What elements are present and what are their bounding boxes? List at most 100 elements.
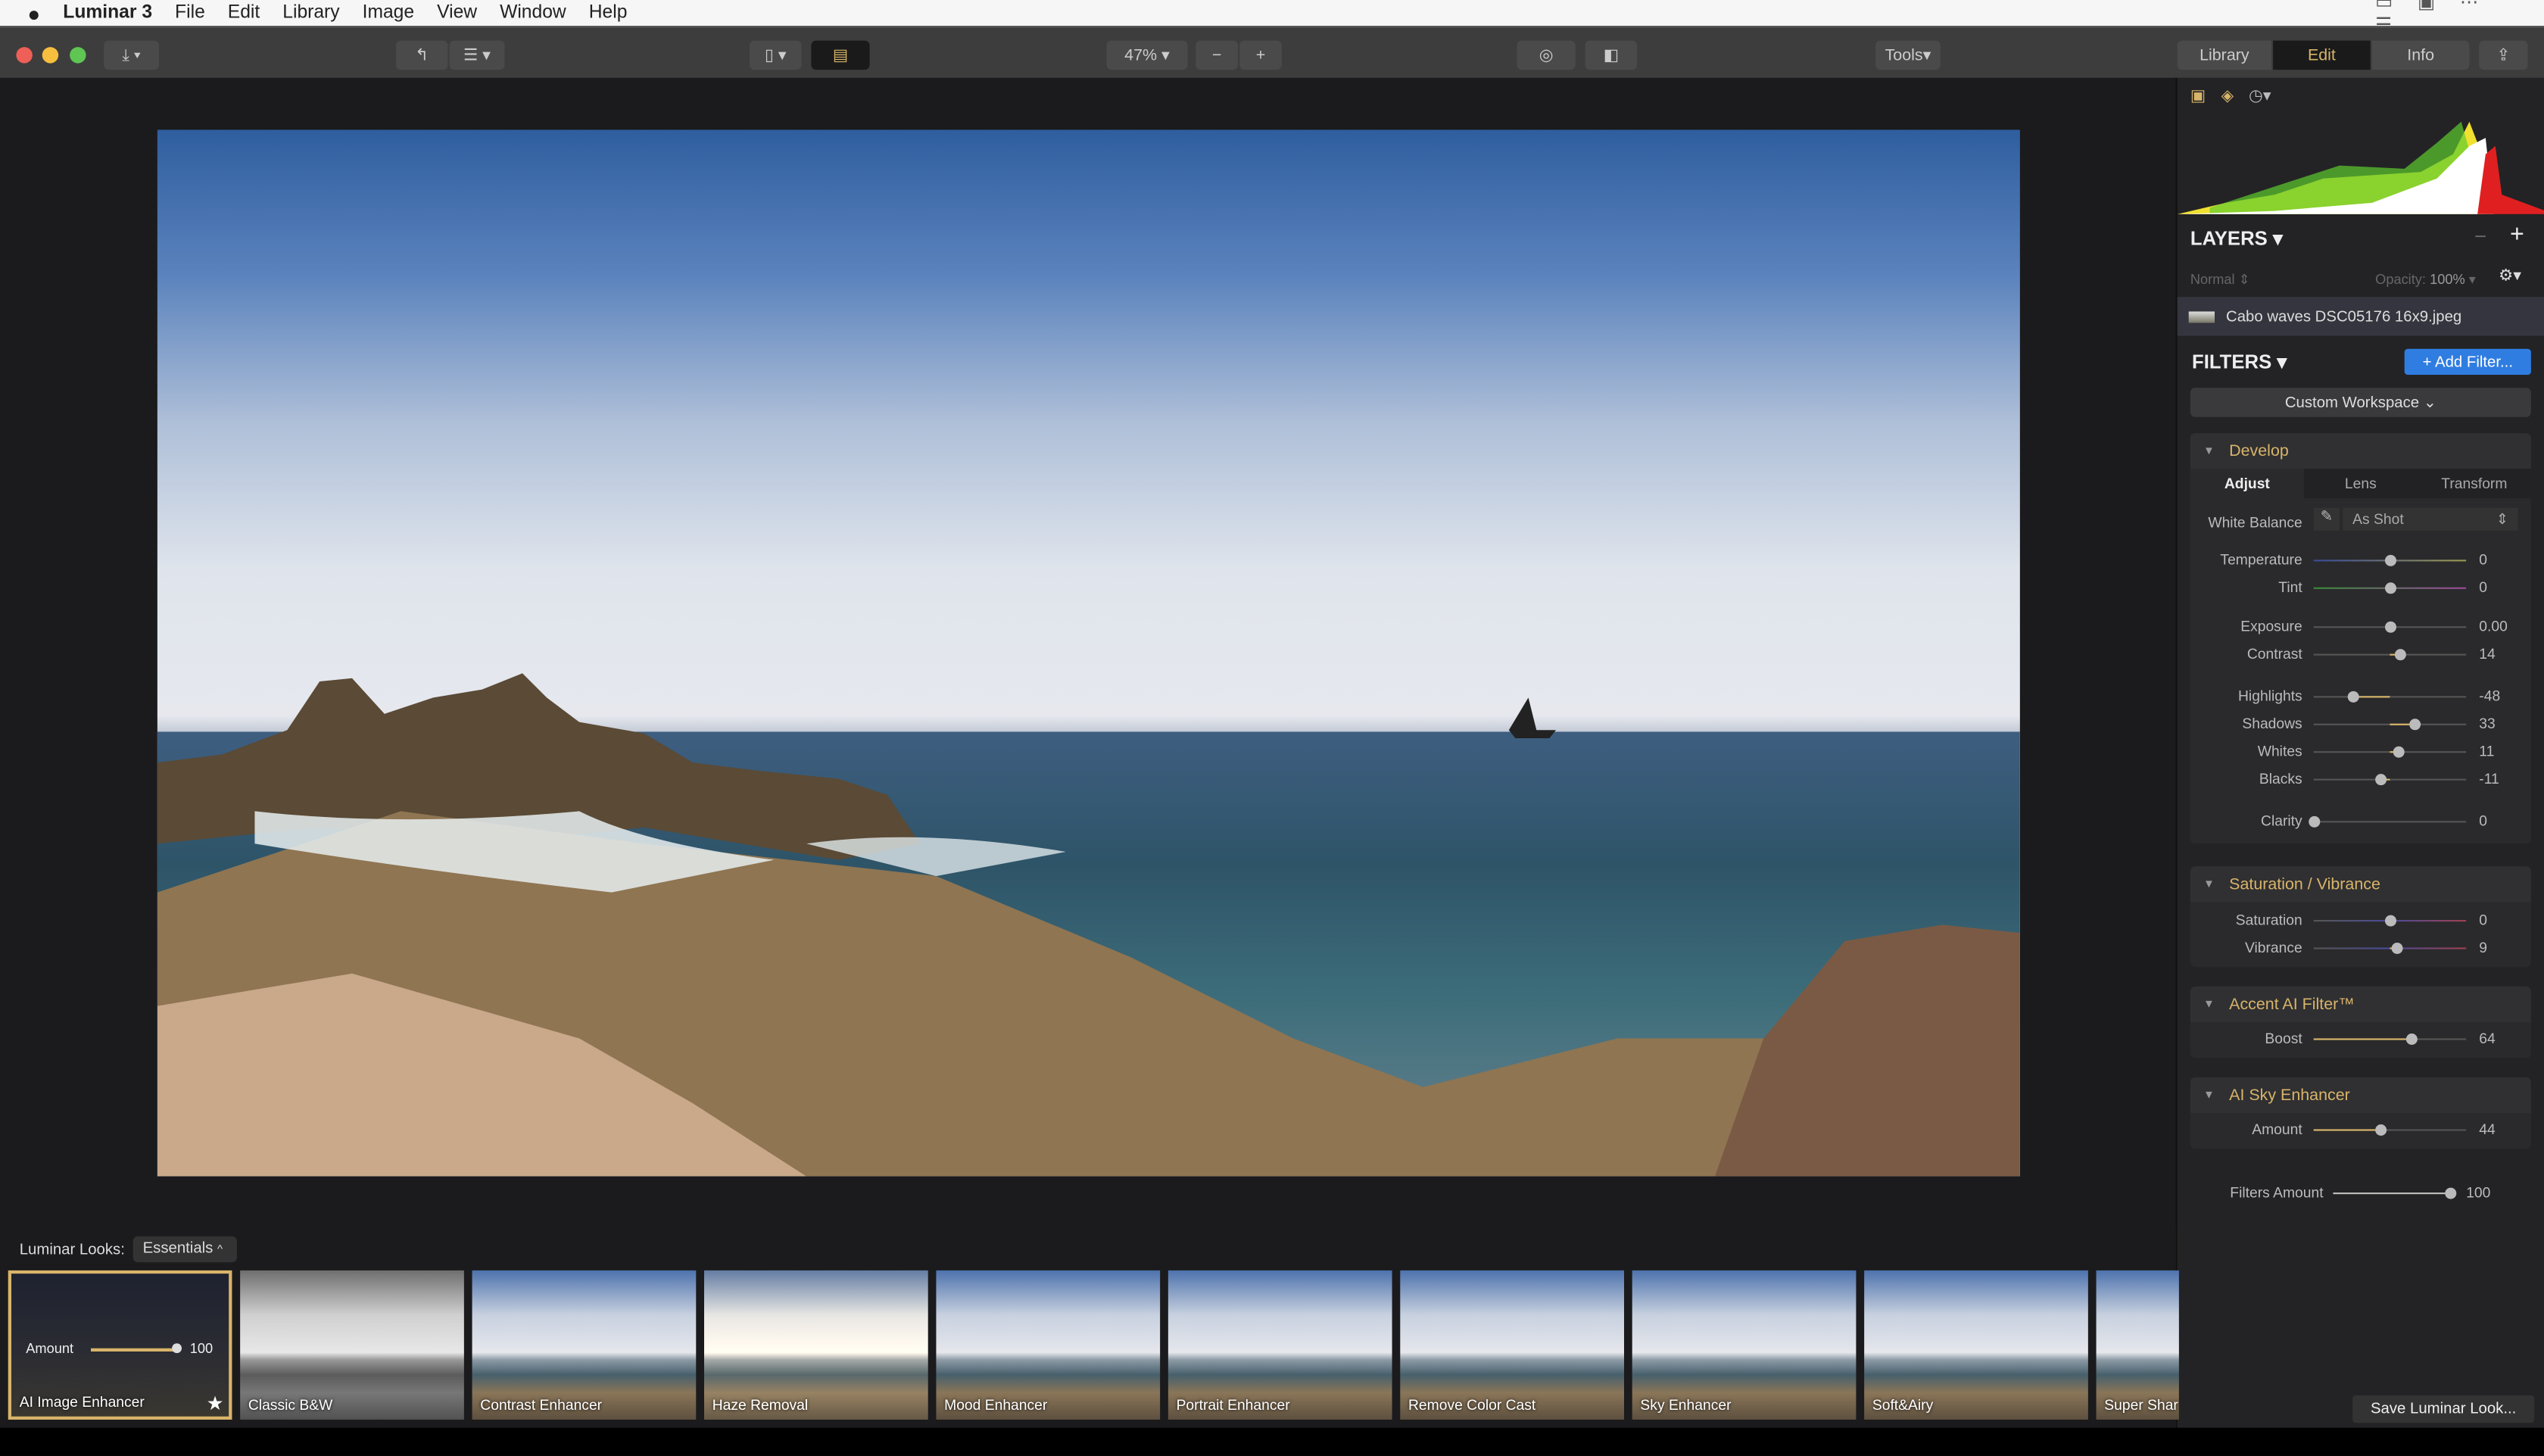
add-filter-button[interactable]: + Add Filter... xyxy=(2404,348,2531,376)
look-name: Super Shar xyxy=(2104,1397,2178,1414)
preview-button[interactable]: ◎ xyxy=(1517,40,1576,70)
look-thumbnail[interactable]: Remove Color Cast xyxy=(1400,1270,1625,1420)
menu-edit[interactable]: Edit xyxy=(228,3,260,23)
slider-thumb[interactable] xyxy=(2392,746,2404,758)
wb-value: As Shot xyxy=(2352,511,2404,528)
filmstrip-toggle-button[interactable]: ▤ xyxy=(811,40,870,70)
undo-arrow-icon: ↰ xyxy=(415,46,429,64)
slider-label: Temperature xyxy=(2220,551,2302,569)
amount-slider[interactable] xyxy=(91,1348,176,1352)
look-thumbnail[interactable]: Super Shar xyxy=(2096,1270,2179,1420)
layers-icon[interactable]: ◈ xyxy=(2221,88,2234,106)
tab-lens[interactable]: Lens xyxy=(2303,469,2418,498)
slider-thumb[interactable] xyxy=(2383,915,2396,927)
menu-app[interactable]: Luminar 3 xyxy=(63,3,152,23)
close-button[interactable] xyxy=(16,47,33,64)
look-thumbnail[interactable]: Contrast Enhancer xyxy=(472,1270,697,1420)
look-thumbnail[interactable]: Amount 100 ★ AI Image Enhancer xyxy=(8,1270,232,1420)
history-menu-button[interactable]: ☰ ▾ xyxy=(449,40,505,70)
import-button[interactable]: ⤓ ▾ xyxy=(104,40,160,70)
favorite-star-icon[interactable]: ★ xyxy=(207,1392,224,1415)
look-thumbnail[interactable]: Portrait Enhancer xyxy=(1168,1270,1392,1420)
slider-value: 64 xyxy=(2479,1030,2496,1047)
zoom-window-button[interactable] xyxy=(70,47,86,64)
accent-ai-section: ▼ Accent AI Filter™ Boost 64 xyxy=(2190,986,2531,1058)
share-button[interactable]: ⇪ xyxy=(2479,40,2528,70)
layer-item[interactable]: Cabo waves DSC05176 16x9.jpeg xyxy=(2177,297,2544,336)
zoom-out-button[interactable]: − xyxy=(1196,40,1239,70)
amount-thumb[interactable] xyxy=(172,1343,182,1354)
satvib-header[interactable]: ▼ Saturation / Vibrance xyxy=(2190,866,2531,903)
accent-header[interactable]: ▼ Accent AI Filter™ xyxy=(2190,986,2531,1023)
slider-label: Vibrance xyxy=(2244,939,2302,956)
sidebar-toggle-button[interactable]: ▯ ▾ xyxy=(750,40,802,70)
add-layer-button[interactable]: + xyxy=(2510,220,2524,248)
slider-track[interactable] xyxy=(2313,778,2467,781)
slider-thumb[interactable] xyxy=(2383,554,2396,566)
slider-track[interactable] xyxy=(2313,696,2467,698)
look-thumbnail[interactable]: Soft&Airy xyxy=(1864,1270,2088,1420)
looks-category-select[interactable]: Essentials ^ xyxy=(132,1236,237,1263)
slider-whites: Whites 11 xyxy=(2190,741,2531,764)
slider-thumb[interactable] xyxy=(2383,582,2396,594)
slider-thumb[interactable] xyxy=(2347,691,2359,703)
zoom-in-button[interactable]: + xyxy=(1239,40,1282,70)
collapse-triangle-icon: ▼ xyxy=(2203,998,2215,1010)
looks-label: Luminar Looks: xyxy=(19,1241,125,1259)
layer-name: Cabo waves DSC05176 16x9.jpeg xyxy=(2226,307,2462,326)
filters-title[interactable]: FILTERS ▾ xyxy=(2192,351,2287,373)
plus-icon: + xyxy=(1255,46,1266,64)
slider-thumb[interactable] xyxy=(2375,774,2387,786)
tab-info[interactable]: Info xyxy=(2371,40,2470,70)
minimize-button[interactable] xyxy=(42,47,59,64)
slider-label: Clarity xyxy=(2261,812,2302,830)
slider-thumb[interactable] xyxy=(2409,719,2421,731)
slider-label: Filters Amount xyxy=(2230,1184,2324,1201)
menu-file[interactable]: File xyxy=(175,3,205,23)
slider-thumb[interactable] xyxy=(2374,1124,2387,1136)
remove-layer-button[interactable]: − xyxy=(2474,224,2486,248)
tab-library[interactable]: Library xyxy=(2177,40,2272,70)
tab-adjust[interactable]: Adjust xyxy=(2190,469,2304,498)
menu-window[interactable]: Window xyxy=(500,3,566,23)
tools-menu-button[interactable]: Tools ▾ xyxy=(1875,40,1941,70)
menu-image[interactable]: Image xyxy=(363,3,415,23)
menu-view[interactable]: View xyxy=(437,3,477,23)
menu-help[interactable]: Help xyxy=(589,3,628,23)
slider-amount: Amount 44 xyxy=(2190,1120,2531,1143)
look-thumbnail[interactable]: Classic B&W xyxy=(240,1270,464,1420)
tab-edit[interactable]: Edit xyxy=(2273,40,2371,70)
sky-header[interactable]: ▼ AI Sky Enhancer xyxy=(2190,1077,2531,1114)
slider-thumb[interactable] xyxy=(2395,649,2407,661)
undo-button[interactable]: ↰ xyxy=(395,40,448,70)
tab-transform[interactable]: Transform xyxy=(2417,469,2531,498)
eyedropper-icon[interactable]: ✎ xyxy=(2313,507,2340,531)
section-title: AI Sky Enhancer xyxy=(2229,1086,2350,1105)
slider-thumb[interactable] xyxy=(2444,1187,2456,1199)
slider-track[interactable] xyxy=(2313,821,2467,823)
layers-title[interactable]: LAYERS ▾ xyxy=(2190,227,2283,250)
develop-header[interactable]: ▼ Develop xyxy=(2190,433,2531,469)
look-thumbnail[interactable]: Haze Removal xyxy=(704,1270,928,1420)
save-luminar-look-button[interactable]: Save Luminar Look... xyxy=(2352,1395,2535,1423)
history-clock-icon[interactable]: ◷▾ xyxy=(2249,88,2271,106)
layer-settings-gear-icon[interactable]: ⚙▾ xyxy=(2499,268,2521,286)
look-thumbnail[interactable]: Mood Enhancer xyxy=(936,1270,1161,1420)
slider-thumb[interactable] xyxy=(2308,815,2320,828)
blend-mode-select[interactable]: Normal ⇕ xyxy=(2190,271,2250,289)
compare-button[interactable]: ◧ xyxy=(1585,40,1638,70)
slider-thumb[interactable] xyxy=(2383,621,2396,633)
apple-icon[interactable]: ● xyxy=(27,1,40,25)
slider-thumb[interactable] xyxy=(2390,943,2402,955)
section-title: Saturation / Vibrance xyxy=(2229,875,2380,893)
slider-thumb[interactable] xyxy=(2405,1034,2418,1046)
white-balance-select[interactable]: As Shot ⇕ xyxy=(2343,507,2518,531)
look-thumbnail[interactable]: Sky Enhancer xyxy=(1632,1270,1857,1420)
zoom-select[interactable]: 47% ▾ xyxy=(1106,40,1188,70)
menu-library[interactable]: Library xyxy=(282,3,339,23)
opacity-select[interactable]: Opacity: 100% ▾ xyxy=(2375,271,2476,289)
look-name: Contrast Enhancer xyxy=(480,1397,603,1414)
photo-preview[interactable] xyxy=(157,129,2020,1177)
histogram-icon[interactable]: ▣ xyxy=(2190,88,2206,106)
workspace-select[interactable]: Custom Workspace ⌄ xyxy=(2190,388,2531,417)
